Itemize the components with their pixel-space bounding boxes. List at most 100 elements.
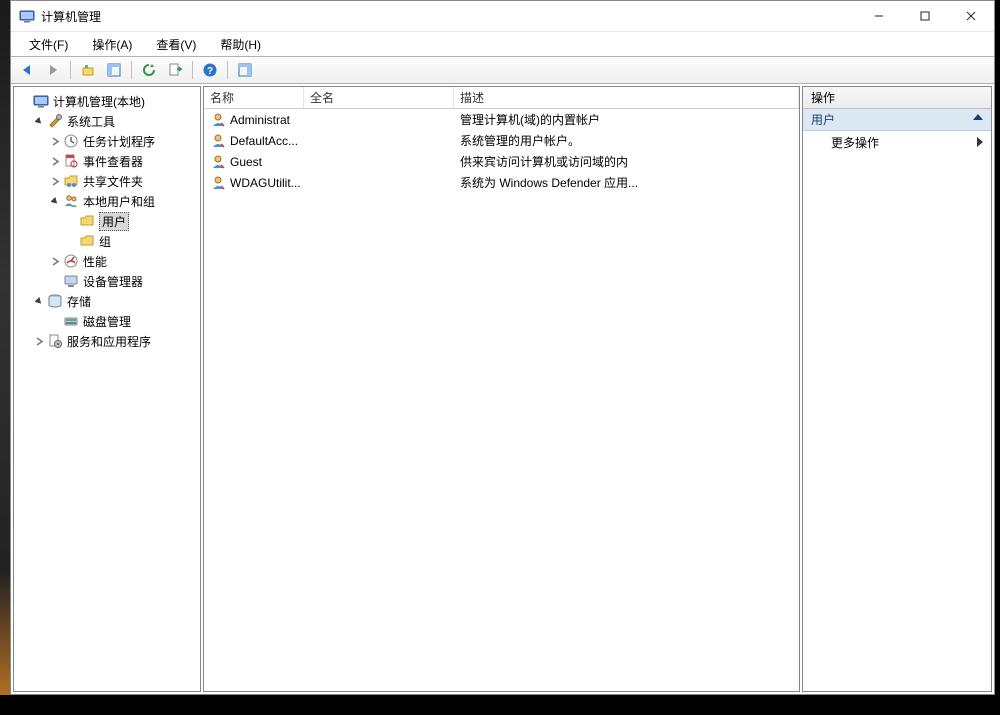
folder-icon <box>79 213 95 229</box>
expander-expand-icon[interactable] <box>48 154 62 168</box>
svg-text:?: ? <box>207 66 213 77</box>
computer-management-icon <box>19 8 35 24</box>
expander-collapse-icon[interactable] <box>32 294 46 308</box>
cell-description: 供来宾访问计算机或访问域的内 <box>454 153 799 170</box>
expander-expand-icon[interactable] <box>48 174 62 188</box>
tree-label: 任务计划程序 <box>83 133 155 150</box>
tree-groups[interactable]: 组 <box>16 231 200 251</box>
toolbar-separator <box>192 61 193 79</box>
tree-label: 计算机管理(本地) <box>53 93 145 110</box>
refresh-button[interactable] <box>137 59 161 81</box>
expander-expand-icon[interactable] <box>48 134 62 148</box>
export-list-button[interactable] <box>163 59 187 81</box>
cell-name: Administrat <box>230 113 290 127</box>
computer-management-window: 计算机管理 文件(F) 操作(A) 查看(V) 帮助(H) <box>10 0 995 695</box>
actions-title: 操作 <box>803 87 991 109</box>
menu-view[interactable]: 查看(V) <box>144 34 208 55</box>
computer-management-icon <box>33 93 49 109</box>
tree-services-apps[interactable]: 服务和应用程序 <box>16 331 200 351</box>
cell-description: 系统为 Windows Defender 应用... <box>454 174 799 191</box>
tree-event-viewer[interactable]: 事件查看器 <box>16 151 200 171</box>
user-icon <box>210 175 226 191</box>
back-button[interactable] <box>15 59 39 81</box>
list-body[interactable]: Administrat 管理计算机(域)的内置帐户 DefaultAcc... … <box>204 109 799 691</box>
clock-icon <box>63 133 79 149</box>
tree-label: 服务和应用程序 <box>67 333 151 350</box>
tree-label: 本地用户和组 <box>83 193 155 210</box>
column-header-fullname[interactable]: 全名 <box>304 87 454 108</box>
tree-shared-folders[interactable]: 共享文件夹 <box>16 171 200 191</box>
maximize-button[interactable] <box>902 1 948 31</box>
tree-storage[interactable]: 存储 <box>16 291 200 311</box>
expander-icon <box>64 214 78 228</box>
toolbar-separator <box>227 61 228 79</box>
collapse-icon <box>973 114 983 120</box>
desktop-left-scrap <box>0 0 10 715</box>
tree-disk-management[interactable]: 磁盘管理 <box>16 311 200 331</box>
actions-section-users[interactable]: 用户 <box>803 109 991 131</box>
list-row[interactable]: Administrat 管理计算机(域)的内置帐户 <box>204 109 799 130</box>
expander-icon[interactable] <box>18 94 32 108</box>
folder-icon <box>79 233 95 249</box>
tree-label: 事件查看器 <box>83 153 143 170</box>
expander-collapse-icon[interactable] <box>48 194 62 208</box>
minimize-button[interactable] <box>856 1 902 31</box>
show-hide-tree-button[interactable] <box>102 59 126 81</box>
actions-section-label: 用户 <box>811 111 835 128</box>
tree-local-users-groups[interactable]: 本地用户和组 <box>16 191 200 211</box>
tree-system-tools[interactable]: 系统工具 <box>16 111 200 131</box>
forward-button[interactable] <box>41 59 65 81</box>
expander-expand-icon[interactable] <box>48 254 62 268</box>
toolbar: ? <box>11 56 994 84</box>
tree-label: 性能 <box>83 253 107 270</box>
list-row[interactable]: DefaultAcc... 系统管理的用户帐户。 <box>204 130 799 151</box>
expander-icon <box>48 274 62 288</box>
column-header-description[interactable]: 描述 <box>454 87 799 108</box>
close-button[interactable] <box>948 1 994 31</box>
titlebar[interactable]: 计算机管理 <box>11 1 994 31</box>
chevron-right-icon <box>977 137 983 147</box>
event-viewer-icon <box>63 153 79 169</box>
storage-icon <box>47 293 63 309</box>
list-header: 名称 全名 描述 <box>204 87 799 109</box>
performance-icon <box>63 253 79 269</box>
help-button[interactable]: ? <box>198 59 222 81</box>
menu-file[interactable]: 文件(F) <box>17 34 80 55</box>
tree-root[interactable]: 计算机管理(本地) <box>16 91 200 111</box>
tree-label: 共享文件夹 <box>83 173 143 190</box>
list-row[interactable]: Guest 供来宾访问计算机或访问域的内 <box>204 151 799 172</box>
actions-panel: 操作 用户 更多操作 <box>802 86 992 692</box>
menu-action[interactable]: 操作(A) <box>80 34 144 55</box>
tree-label: 组 <box>99 233 111 250</box>
list-row[interactable]: WDAGUtilit... 系统为 Windows Defender 应用... <box>204 172 799 193</box>
user-icon <box>210 112 226 128</box>
device-manager-icon <box>63 273 79 289</box>
menu-help[interactable]: 帮助(H) <box>208 34 273 55</box>
tree-label: 用户 <box>99 212 129 231</box>
expander-collapse-icon[interactable] <box>32 114 46 128</box>
expander-icon <box>48 314 62 328</box>
actions-more-label: 更多操作 <box>831 134 879 151</box>
tree-label: 设备管理器 <box>83 273 143 290</box>
window-title: 计算机管理 <box>41 8 101 25</box>
up-level-button[interactable] <box>76 59 100 81</box>
toolbar-separator <box>131 61 132 79</box>
tree-task-scheduler[interactable]: 任务计划程序 <box>16 131 200 151</box>
tree-device-manager[interactable]: 设备管理器 <box>16 271 200 291</box>
column-header-name[interactable]: 名称 <box>204 87 304 108</box>
desktop-bottom-scrap <box>0 695 1000 715</box>
expander-expand-icon[interactable] <box>32 334 46 348</box>
actions-more[interactable]: 更多操作 <box>803 131 991 153</box>
shared-folder-icon <box>63 173 79 189</box>
cell-description: 系统管理的用户帐户。 <box>454 132 799 149</box>
tree-label: 系统工具 <box>67 113 115 130</box>
tree-users[interactable]: 用户 <box>16 211 200 231</box>
user-icon <box>210 154 226 170</box>
show-hide-action-pane-button[interactable] <box>233 59 257 81</box>
tree-panel: 计算机管理(本地) 系统工具 任务计划程序 事件查看器 <box>13 86 201 692</box>
toolbar-separator <box>70 61 71 79</box>
list-panel: 名称 全名 描述 Administrat 管理计算机(域)的内置帐户 Defau… <box>203 86 800 692</box>
users-groups-icon <box>63 193 79 209</box>
tools-icon <box>47 113 63 129</box>
tree-performance[interactable]: 性能 <box>16 251 200 271</box>
